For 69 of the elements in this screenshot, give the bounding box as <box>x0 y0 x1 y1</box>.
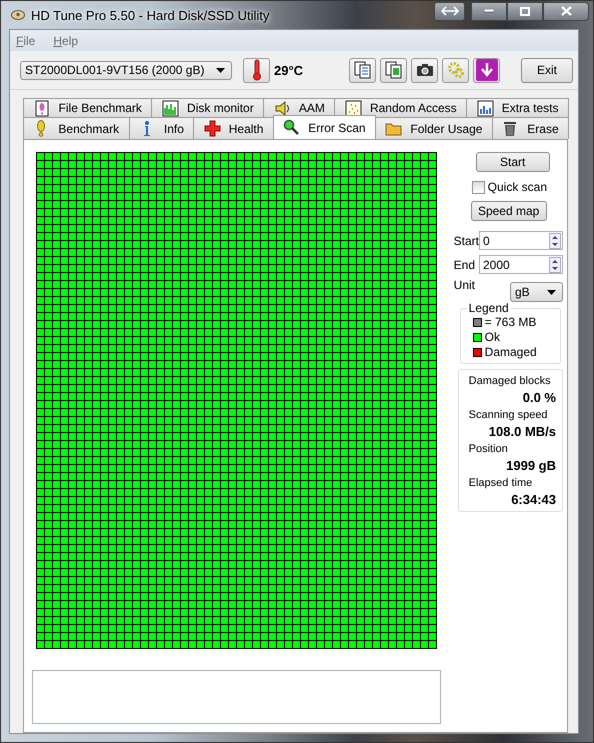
menu-item[interactable]: Help <box>53 34 78 48</box>
gears-icon <box>446 61 464 79</box>
scatter-plot-icon <box>344 100 362 116</box>
thermometer-icon <box>252 59 262 81</box>
checkbox-label: Quick scan <box>488 180 548 194</box>
screenshot-button[interactable] <box>411 58 438 82</box>
caret-icon <box>547 290 556 294</box>
stat-label: Damaged blocks <box>468 374 552 389</box>
group-title: Legend <box>466 301 511 315</box>
download-button[interactable] <box>473 58 500 82</box>
close-button[interactable] <box>543 2 589 20</box>
menu-item[interactable]: File <box>16 34 36 48</box>
documents-icon <box>354 61 372 79</box>
maximize-icon <box>520 6 530 16</box>
tab[interactable]: Benchmark <box>23 117 130 139</box>
temperature-button[interactable] <box>243 58 270 82</box>
spinner-icon <box>549 256 561 272</box>
magnifier-icon <box>283 119 300 136</box>
tab[interactable]: Error Scan <box>272 115 376 139</box>
field-label: End <box>454 258 476 272</box>
resize-button[interactable] <box>434 2 465 20</box>
stat-label: Position <box>468 442 509 457</box>
legend-label: Ok <box>484 330 500 345</box>
stat-value: 1999 gB <box>505 457 556 474</box>
copy-button[interactable] <box>349 58 376 82</box>
tab[interactable]: Info <box>128 117 194 139</box>
tab[interactable]: Folder Usage <box>375 117 493 139</box>
bar-chart-icon <box>162 100 180 116</box>
documents-icon <box>384 61 402 79</box>
stat-value: 6:34:43 <box>510 491 556 508</box>
tab[interactable]: AAM <box>263 98 336 117</box>
minimize-icon <box>484 9 494 13</box>
temperature-reading: 29°C <box>274 62 304 78</box>
double-arrow-icon <box>440 6 458 16</box>
field-label: Start <box>454 234 479 248</box>
end-field[interactable]: 2000 <box>479 255 563 274</box>
camera-icon <box>416 63 434 77</box>
field-label: Unit <box>454 278 475 294</box>
stat-value: 108.0 MB/s <box>488 423 556 440</box>
tab[interactable]: Disk monitor <box>151 98 264 117</box>
minimize-button[interactable] <box>471 2 507 20</box>
exclamation-file-icon <box>34 100 51 116</box>
cross-icon <box>204 120 221 137</box>
tab[interactable]: File Benchmark <box>23 98 152 117</box>
maximize-button[interactable] <box>507 2 543 20</box>
stat-value: 0.0 % <box>522 389 556 406</box>
chart-window-icon <box>476 100 494 116</box>
tab[interactable]: Erase <box>492 117 570 139</box>
speed-map-button[interactable]: Speed map <box>470 201 547 221</box>
tab[interactable]: Random Access <box>334 98 468 117</box>
drive-dropdown[interactable]: ST2000DL001-9VT156 (2000 gB) <box>20 60 232 80</box>
copy-button[interactable] <box>380 58 407 82</box>
close-icon <box>560 6 572 16</box>
window-title: HD Tune Pro 5.50 - Hard Disk/SSD Utility <box>31 8 270 22</box>
start-button[interactable]: Start <box>476 152 550 172</box>
tab[interactable]: Health <box>193 117 274 139</box>
stat-label: Elapsed time <box>468 476 534 491</box>
exit-button[interactable]: Exit <box>521 58 573 82</box>
legend-label: Damaged <box>484 345 537 360</box>
caret-icon <box>216 68 225 72</box>
quick-scan-checkbox[interactable] <box>472 180 485 194</box>
spinner-icon <box>549 232 561 248</box>
unit-dropdown[interactable]: gB <box>510 282 563 302</box>
start-field[interactable]: 0 <box>479 231 563 250</box>
tab[interactable]: Extra tests <box>466 98 570 117</box>
disk-icon <box>11 8 25 22</box>
speaker-icon <box>274 100 291 116</box>
legend-label: = 763 MB <box>484 315 536 330</box>
stat-label: Scanning speed <box>468 408 549 423</box>
